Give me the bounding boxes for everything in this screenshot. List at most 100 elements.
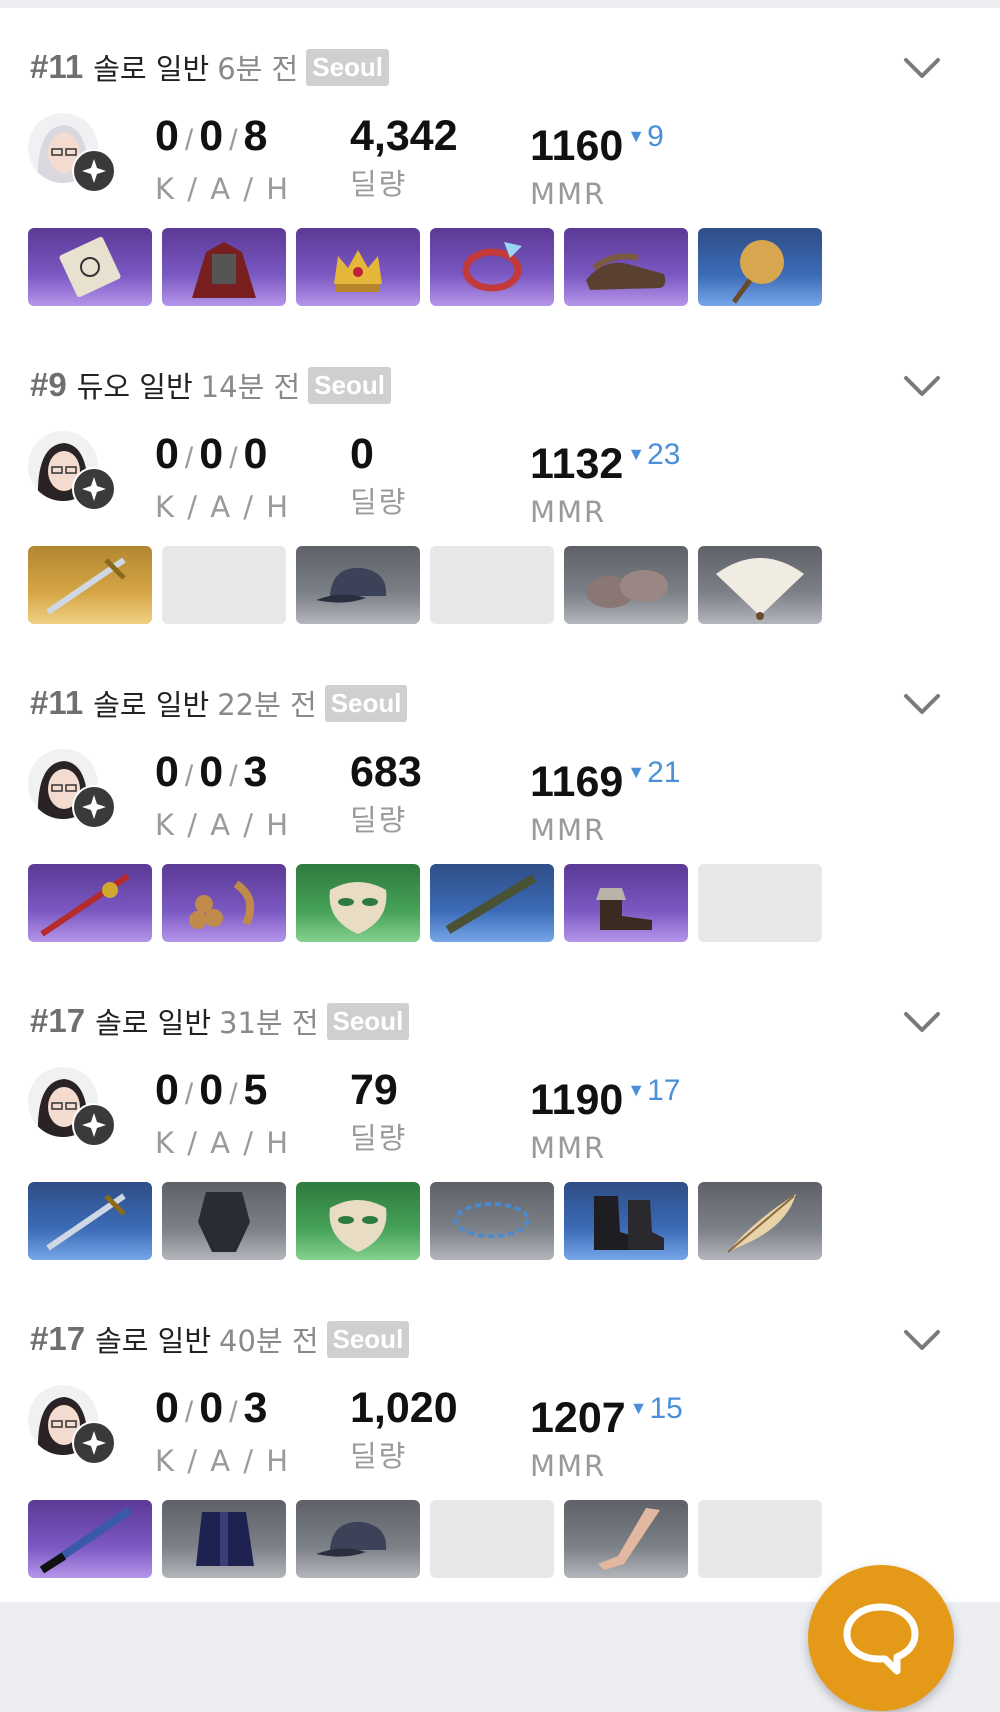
mmr-value: 1207 <box>530 1394 626 1442</box>
server-badge: Seoul <box>324 684 408 722</box>
assists-value: 0 <box>199 1384 224 1432</box>
mmr-row: 1169 ▼21 <box>530 744 681 810</box>
mmr-delta: ▼23 <box>627 438 680 471</box>
mmr-delta-value: 9 <box>647 120 664 153</box>
server-badge: Seoul <box>308 366 391 404</box>
item-slot[interactable] <box>162 1500 286 1578</box>
item-slot[interactable] <box>28 1182 152 1260</box>
item-slot[interactable] <box>698 228 822 306</box>
mmr-row: 1160 ▼9 <box>530 108 664 174</box>
match-mode: 솔로 일반 <box>93 52 210 86</box>
match-card[interactable]: #17 솔로 일반 40분 전 Seoul 0/0/3 K / A / H 1,020 딜량 1… <box>0 1280 1000 1602</box>
match-time: 31분 전 <box>219 1006 319 1040</box>
item-slots <box>28 864 822 942</box>
slash-separator: / <box>229 1078 238 1111</box>
match-card[interactable]: #9 듀오 일반 14분 전 Seoul 0/0/0 K / A / H 0 딜량 1132 ▼2… <box>0 326 1000 648</box>
cap-item-icon <box>316 567 387 603</box>
item-slot[interactable] <box>28 1500 152 1578</box>
slash-separator: / <box>184 1396 194 1429</box>
damage-label: 딜량 <box>350 1121 408 1155</box>
chevron-down-icon[interactable] <box>902 372 942 400</box>
item-slot[interactable] <box>564 1182 688 1260</box>
damage-label: 딜량 <box>350 485 408 519</box>
item-slots <box>28 1500 822 1578</box>
assists-value: 0 <box>199 1066 224 1114</box>
hunts-value: 5 <box>243 1066 268 1114</box>
item-slot[interactable] <box>162 864 286 942</box>
chevron-down-icon[interactable] <box>902 54 942 82</box>
item-slot[interactable] <box>296 1500 420 1578</box>
match-header: #17 솔로 일반 31분 전 Seoul <box>30 1000 410 1042</box>
match-time: 14분 전 <box>200 370 301 404</box>
item-slot[interactable] <box>28 546 152 624</box>
crown-item-icon <box>334 250 382 292</box>
item-slot[interactable] <box>564 1500 688 1578</box>
item-slot[interactable] <box>28 228 152 306</box>
rapier-item-icon <box>40 873 130 937</box>
kah-stat: 0/0/5 K / A / H <box>155 1062 290 1163</box>
damage-value: 0 <box>350 430 374 478</box>
damage-label: 딜량 <box>350 1439 408 1473</box>
item-slots <box>28 228 822 306</box>
assists-value: 0 <box>199 748 224 796</box>
chevron-down-icon[interactable] <box>902 690 942 718</box>
slash-separator: / <box>184 442 194 475</box>
item-slot[interactable] <box>698 546 822 624</box>
mmr-delta-value: 17 <box>647 1074 681 1107</box>
character-avatar <box>28 113 116 195</box>
item-slot[interactable] <box>296 864 420 942</box>
item-slot[interactable] <box>296 1182 420 1260</box>
chevron-down-icon[interactable] <box>902 1008 942 1036</box>
item-slot[interactable] <box>162 1182 286 1260</box>
damage-value: 1,020 <box>350 1384 458 1432</box>
match-rank: #11 <box>30 684 84 721</box>
chevron-down-icon[interactable] <box>902 1326 942 1354</box>
match-card[interactable]: #11 솔로 일반 6분 전 Seoul 0/0/8 K / A / H 4,342 딜량 11… <box>0 8 1000 330</box>
mmr-label: MMR <box>530 177 607 211</box>
match-rank: #17 <box>30 1320 86 1357</box>
feather-item-icon <box>727 1194 796 1253</box>
triangle-down-icon: ▼ <box>629 1398 648 1418</box>
folding-fan-item-icon <box>716 558 804 620</box>
match-mode: 솔로 일반 <box>93 688 210 722</box>
mmr-stat: 1169 ▼21 MMR <box>530 744 681 850</box>
mmr-delta-value: 21 <box>647 756 681 789</box>
match-time: 22분 전 <box>217 688 317 722</box>
chat-button[interactable] <box>808 1565 954 1711</box>
weapon-type-icon <box>72 467 116 511</box>
mmr-row: 1207 ▼15 <box>530 1380 683 1446</box>
item-slot[interactable] <box>296 228 420 306</box>
item-slot[interactable] <box>430 1182 554 1260</box>
item-slot[interactable] <box>698 1182 822 1260</box>
kah-stat: 0/0/8 K / A / H <box>155 108 290 209</box>
kah-value: 0/0/3 <box>155 744 290 805</box>
weapon-type-icon <box>72 785 116 829</box>
item-slot[interactable] <box>162 228 286 306</box>
item-slot[interactable] <box>430 864 554 942</box>
match-card[interactable]: #17 솔로 일반 31분 전 Seoul 0/0/5 K / A / H 79 딜량 1190… <box>0 962 1000 1284</box>
grapes-item-icon <box>189 880 255 929</box>
item-slot[interactable] <box>564 228 688 306</box>
character-avatar <box>28 431 116 513</box>
empty-item-slot <box>430 1500 554 1578</box>
slash-separator: / <box>184 1078 194 1111</box>
match-card[interactable]: #11 솔로 일반 22분 전 Seoul 0/0/3 K / A / H 683 딜량 116… <box>0 644 1000 966</box>
scroll-item-icon <box>59 236 121 298</box>
jacket-item-icon <box>196 1512 254 1566</box>
kah-stat: 0/0/3 K / A / H <box>155 1380 290 1481</box>
match-history-list: #11 솔로 일반 6분 전 Seoul 0/0/8 K / A / H 4,342 딜량 11… <box>0 0 1000 1712</box>
damage-stat: 0 딜량 <box>350 426 407 522</box>
mmr-delta: ▼17 <box>627 1074 680 1107</box>
item-slot[interactable] <box>28 864 152 942</box>
item-slot[interactable] <box>296 546 420 624</box>
match-time: 40분 전 <box>219 1324 319 1358</box>
mmr-stat: 1160 ▼9 MMR <box>530 108 664 214</box>
damage-stat: 683 딜량 <box>350 744 422 840</box>
hunts-value: 3 <box>243 748 268 796</box>
server-badge: Seoul <box>326 1002 410 1040</box>
item-slot[interactable] <box>564 864 688 942</box>
item-slot[interactable] <box>564 546 688 624</box>
item-slot[interactable] <box>430 228 554 306</box>
boots-item-icon <box>596 888 652 930</box>
sword-item-icon <box>46 557 126 615</box>
